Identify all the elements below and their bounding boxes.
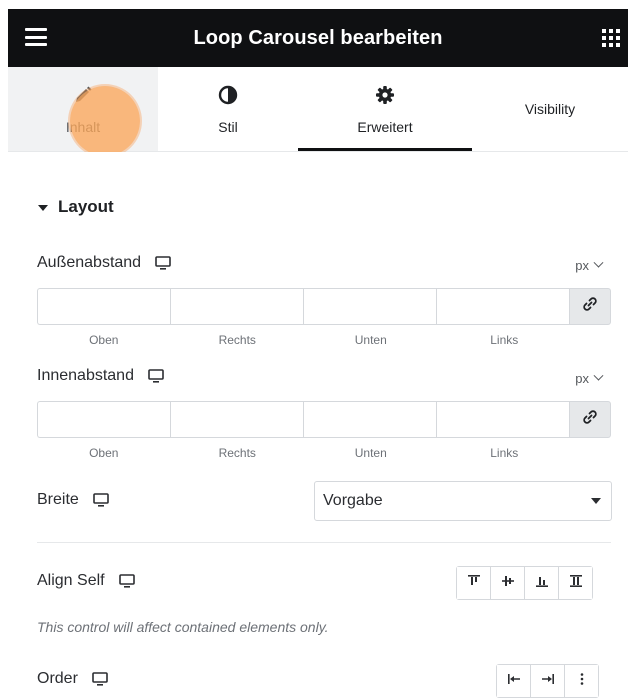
padding-label-row: Innenabstand (37, 367, 164, 385)
padding-left-input[interactable] (437, 402, 569, 437)
order-buttons (496, 664, 599, 698)
sublabel-left: Links (490, 446, 519, 460)
padding-right-input[interactable] (171, 402, 303, 437)
tab-visibility-label: Visibility (524, 101, 576, 117)
active-tab-indicator (298, 148, 472, 151)
sublabel-left: Links (490, 333, 519, 347)
order-end-button[interactable] (531, 665, 565, 697)
padding-bottom-input[interactable] (304, 402, 436, 437)
margin-right-field[interactable] (170, 288, 303, 325)
chevron-down-icon (593, 257, 604, 268)
align-end-icon (535, 574, 549, 593)
sublabel-right: Rechts (218, 446, 256, 460)
monitor-icon[interactable] (155, 256, 171, 270)
width-label-row: Breite (37, 491, 109, 509)
margin-link-button[interactable] (569, 288, 611, 325)
margin-fields (37, 288, 611, 325)
monitor-icon[interactable] (92, 493, 109, 507)
padding-fields (37, 401, 611, 438)
pencil-icon (73, 85, 93, 105)
padding-label: Innenabstand (37, 367, 134, 384)
padding-unit-select[interactable]: px (575, 370, 604, 386)
order-more-button[interactable] (565, 665, 598, 697)
tab-visibility[interactable]: Visibility (472, 67, 628, 151)
editor-header: Loop Carousel bearbeiten (8, 9, 628, 67)
caret-down-icon (591, 498, 601, 504)
page-title: Loop Carousel bearbeiten (193, 26, 443, 49)
tab-style[interactable]: Stil (158, 67, 298, 151)
padding-unit: px (575, 371, 589, 386)
section-title: Layout (58, 197, 114, 216)
hamburger-icon[interactable] (25, 28, 47, 46)
padding-bottom-field[interactable] (303, 401, 436, 438)
align-start-icon (467, 574, 481, 593)
padding-top-field[interactable] (37, 401, 170, 438)
order-label-row: Order (37, 670, 108, 688)
order-end-icon (541, 672, 555, 691)
more-icon (575, 672, 589, 691)
margin-top-input[interactable] (38, 289, 170, 324)
width-select-value: Vorgabe (323, 492, 383, 509)
align-self-label-row: Align Self (37, 572, 135, 590)
padding-right-field[interactable] (170, 401, 303, 438)
gear-icon (375, 85, 395, 105)
padding-left-field[interactable] (436, 401, 569, 438)
margin-right-input[interactable] (171, 289, 303, 324)
divider (37, 542, 611, 543)
half-circle-icon (218, 85, 238, 105)
margin-label-row: Außenabstand (37, 254, 171, 272)
sublabel-bottom: Unten (354, 446, 387, 460)
order-start-button[interactable] (497, 665, 531, 697)
margin-bottom-input[interactable] (304, 289, 436, 324)
align-self-note: This control will affect contained eleme… (37, 619, 329, 635)
chevron-down-icon (593, 370, 604, 381)
frame-top (0, 0, 631, 8)
order-label: Order (37, 670, 78, 687)
advanced-panel: Layout Außenabstand px Oben Rechts Unten… (8, 152, 628, 698)
margin-bottom-field[interactable] (303, 288, 436, 325)
sublabel-right: Rechts (218, 333, 256, 347)
margin-label: Außenabstand (37, 254, 142, 271)
margin-left-input[interactable] (437, 289, 569, 324)
padding-top-input[interactable] (38, 402, 170, 437)
sublabel-top: Oben (89, 446, 119, 460)
tab-content[interactable]: Inhalt (8, 67, 158, 151)
margin-unit-select[interactable]: px (575, 257, 604, 273)
link-icon (582, 409, 598, 430)
margin-sublabels: Oben Rechts Unten Links (37, 333, 571, 347)
margin-left-field[interactable] (436, 288, 569, 325)
tab-advanced-label: Erweitert (357, 119, 413, 135)
padding-link-button[interactable] (569, 401, 611, 438)
tab-content-label: Inhalt (65, 119, 101, 135)
padding-sublabels: Oben Rechts Unten Links (37, 446, 571, 460)
width-label: Breite (37, 491, 79, 508)
align-end-button[interactable] (525, 567, 559, 599)
monitor-icon[interactable] (118, 574, 135, 588)
align-self-label: Align Self (37, 572, 105, 589)
section-layout-toggle[interactable]: Layout (38, 197, 114, 217)
width-select[interactable]: Vorgabe (314, 481, 612, 521)
sublabel-bottom: Unten (354, 333, 387, 347)
align-stretch-icon (569, 574, 583, 593)
panel-tabs: Inhalt Stil Erweitert Visibility (8, 67, 628, 152)
align-center-icon (501, 574, 515, 593)
monitor-icon[interactable] (148, 369, 164, 383)
align-self-buttons (456, 566, 593, 600)
link-icon (582, 296, 598, 317)
sublabel-top: Oben (89, 333, 119, 347)
caret-down-icon (38, 204, 48, 211)
monitor-icon[interactable] (92, 672, 108, 686)
frame-left (0, 0, 8, 695)
tab-advanced[interactable]: Erweitert (298, 67, 472, 151)
align-center-button[interactable] (491, 567, 525, 599)
margin-unit: px (575, 258, 589, 273)
align-stretch-button[interactable] (559, 567, 592, 599)
margin-top-field[interactable] (37, 288, 170, 325)
grid-icon[interactable] (602, 29, 620, 47)
tab-style-label: Stil (218, 119, 238, 135)
order-start-icon (507, 672, 521, 691)
align-start-button[interactable] (457, 567, 491, 599)
